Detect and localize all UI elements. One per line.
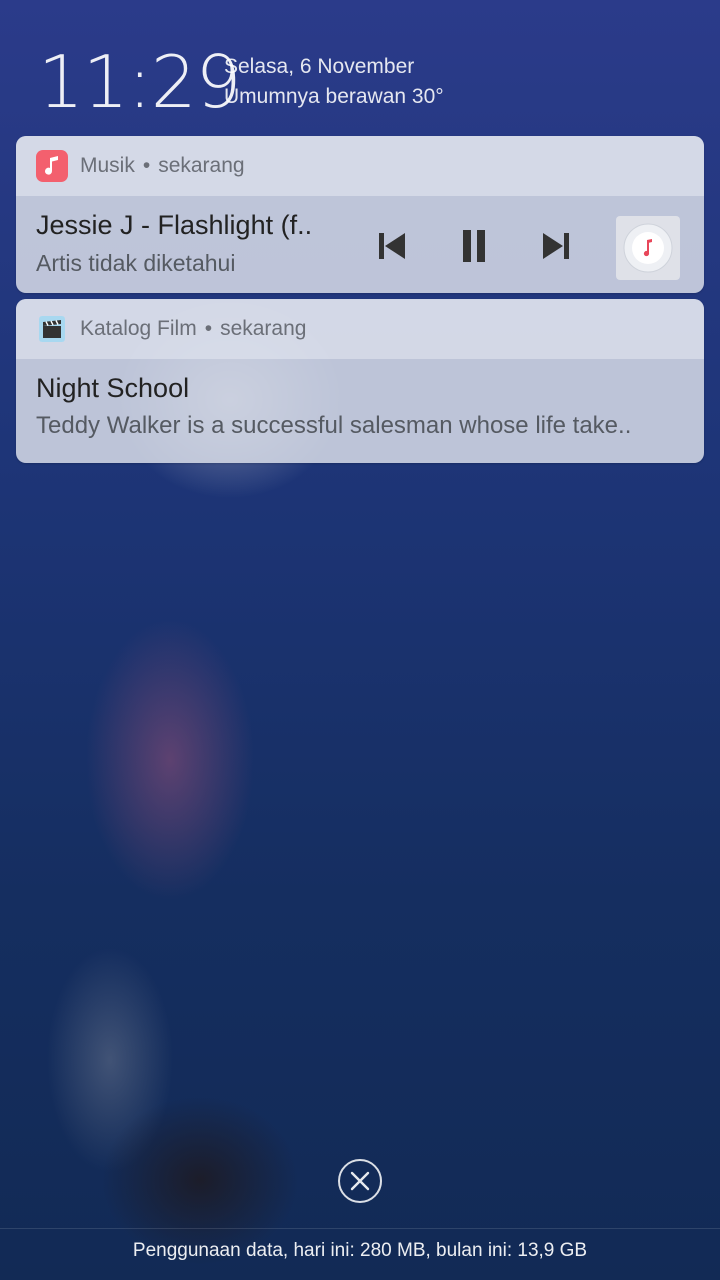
separator-dot: • <box>142 154 151 177</box>
track-artist: Artis tidak diketahui <box>36 250 236 276</box>
close-icon <box>350 1171 370 1191</box>
clapperboard-icon <box>39 316 65 342</box>
notification-header: Katalog Film • sekarang <box>16 299 704 359</box>
cd-icon <box>623 223 673 273</box>
header-info[interactable]: Selasa, 6 November Umumnya berawan 30° <box>224 52 444 112</box>
weather-label: Umumnya berawan 30° <box>224 85 444 108</box>
music-body: Jessie J - Flashlight (f.. Artis tidak d… <box>16 196 704 293</box>
app-name: Musik <box>80 154 135 177</box>
movie-description: Teddy Walker is a successful salesman wh… <box>36 412 632 439</box>
pause-button[interactable] <box>456 230 492 262</box>
notification-time: sekarang <box>158 154 245 177</box>
album-art[interactable] <box>616 216 680 280</box>
previous-button[interactable] <box>374 230 410 262</box>
footer-divider <box>0 1228 720 1229</box>
track-title: Jessie J - Flashlight (f.. <box>36 210 313 240</box>
app-name: Katalog Film <box>80 317 197 340</box>
pause-icon <box>463 230 485 262</box>
music-note-icon <box>36 150 68 182</box>
next-button[interactable] <box>538 230 574 262</box>
notification-time: sekarang <box>220 317 307 340</box>
movie-title: Night School <box>36 373 190 403</box>
music-notification[interactable]: Musik • sekarang Jessie J - Flashlight (… <box>16 136 704 293</box>
date-label: Selasa, 6 November <box>224 55 415 78</box>
notification-header: Musik • sekarang <box>16 136 704 196</box>
data-usage-label[interactable]: Penggunaan data, hari ini: 280 MB, bulan… <box>0 1240 720 1262</box>
film-notification[interactable]: Katalog Film • sekarang Night School Ted… <box>16 299 704 463</box>
clear-notifications-button[interactable] <box>338 1159 382 1203</box>
film-body: Night School Teddy Walker is a successfu… <box>16 359 704 463</box>
next-icon <box>543 233 569 259</box>
separator-dot: • <box>204 317 213 340</box>
clock: 11:29 <box>38 40 241 124</box>
previous-icon <box>379 233 405 259</box>
